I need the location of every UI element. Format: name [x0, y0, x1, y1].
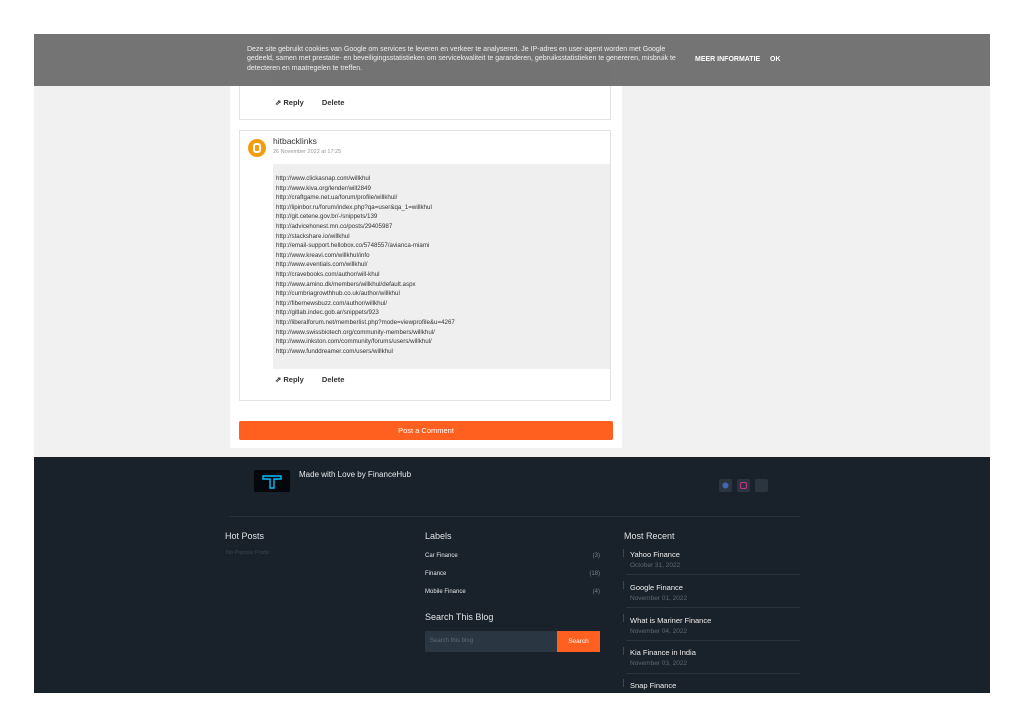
recent-post-date: November 01, 2022 [630, 595, 688, 602]
recent-post-title[interactable]: Google Finance [630, 583, 800, 592]
label-name: Finance [425, 571, 447, 577]
hot-posts-title: Hot Posts [225, 531, 265, 541]
comment-link-list: http://www.clickasnap.com/willkhul http:/… [276, 174, 455, 356]
recent-post-title[interactable]: Yahoo Finance [630, 550, 800, 559]
footer-divider [229, 516, 800, 517]
cookie-ok-button[interactable]: OK [770, 56, 781, 63]
social-link-icon[interactable] [755, 479, 768, 492]
cookie-notice-text: Deze site gebruikt cookies van Google om… [247, 46, 676, 72]
cookie-banner: Deze site gebruikt cookies van Google om… [34, 34, 990, 86]
search-input[interactable]: Search this blog [425, 631, 557, 652]
comment-date[interactable]: 26 November 2022 at 17:25 [273, 149, 341, 155]
label-count: (18) [589, 571, 600, 577]
recent-post-title[interactable]: What is Mariner Finance [630, 616, 800, 625]
recent-post-item[interactable]: Kia Finance in India November 03, 2022 [630, 648, 800, 667]
main-content: ⇗ Reply Delete hitbacklinks 26 November … [34, 34, 990, 457]
comment-link[interactable]: http://advicehonest.mn.co/posts/29405987 [276, 222, 455, 232]
most-recent-title: Most Recent [624, 531, 675, 541]
comment-link[interactable]: http://www.kiva.org/lender/will2849 [276, 184, 455, 194]
labels-title: Labels [425, 531, 452, 541]
reply-label: Reply [283, 375, 304, 384]
site-logo[interactable] [254, 470, 290, 492]
page-viewport: ⇗ Reply Delete hitbacklinks 26 November … [34, 34, 990, 693]
comment-author[interactable]: hitbacklinks [273, 136, 317, 146]
search-title: Search This Blog [425, 612, 494, 622]
comment-link[interactable]: http://www.amino.dk/members/willkhul/def… [276, 280, 455, 290]
delete-button[interactable]: Delete [322, 375, 345, 384]
recent-bullet [623, 647, 624, 655]
comment-link[interactable]: http://www.kreavi.com/willkhul/info [276, 251, 455, 261]
comment-link[interactable]: http://fibernewsbuzz.com/author/willkhul… [276, 299, 455, 309]
comment-link[interactable]: http://www.funddreamer.com/users/willkhu… [276, 347, 455, 357]
facebook-icon[interactable] [719, 479, 732, 492]
made-with-love-text: Made with Love by FinanceHub [299, 470, 412, 479]
comment-link[interactable]: http://cumbriagrowthhub.co.uk/author/wil… [276, 289, 455, 299]
recent-divider [626, 640, 800, 641]
recent-post-date: October 31, 2022 [630, 562, 681, 569]
recent-post-title[interactable]: Kia Finance in India [630, 648, 800, 657]
comment-link[interactable]: http://gitlab.indec.gob.ar/snippets/923 [276, 308, 455, 318]
recent-post-title[interactable]: Snap Finance [630, 681, 800, 690]
hot-posts-empty: No Popular Posts [226, 550, 269, 556]
recent-bullet [623, 679, 624, 687]
comment-link[interactable]: http://www.inkston.com/community/forums/… [276, 337, 455, 347]
recent-post-date: November 04, 2022 [630, 628, 688, 635]
label-count: (3) [592, 553, 600, 559]
comment-link[interactable]: http://lipinbor.ru/forum/index.php?qa=us… [276, 203, 455, 213]
blogger-avatar-icon [248, 139, 266, 157]
recent-divider [626, 607, 800, 608]
delete-button[interactable]: Delete [322, 98, 345, 107]
recent-bullet [623, 581, 624, 589]
instagram-icon[interactable] [737, 479, 750, 492]
comment-actions: ⇗ Reply Delete [275, 375, 352, 384]
recent-post-item[interactable]: Google Finance November 01, 2022 [630, 583, 800, 602]
recent-bullet [623, 614, 624, 622]
recent-post-date: November 03, 2022 [630, 660, 688, 667]
comment-link[interactable]: http://liberalforum.net/memberlist.php?m… [276, 318, 455, 328]
comment-link[interactable]: http://www.clickasnap.com/willkhul [276, 174, 455, 184]
label-finance[interactable]: Finance (18) [425, 571, 600, 577]
recent-bullet [623, 549, 624, 557]
comment-link[interactable]: http://stackshare.io/willkhul [276, 232, 455, 242]
reply-button[interactable]: ⇗ Reply [275, 375, 312, 384]
post-comment-button[interactable]: Post a Comment [239, 421, 613, 440]
label-count: (4) [592, 589, 600, 595]
label-car-finance[interactable]: Car Finance (3) [425, 553, 600, 559]
comment-link[interactable]: http://www.eventials.com/willkhul/ [276, 260, 455, 270]
comment-body: http://www.clickasnap.com/willkhul http:/… [273, 164, 610, 369]
footer: Made with Love by FinanceHub Hot Posts N… [34, 457, 990, 693]
comment-link[interactable]: http://git.cetene.gov.br/-/snippets/139 [276, 212, 455, 222]
label-name: Mobile Finance [425, 589, 466, 595]
recent-divider [626, 673, 800, 674]
comment-link[interactable]: http://cravebooks.com/author/will-khul [276, 270, 455, 280]
comment-item: hitbacklinks 26 November 2022 at 17:25 h… [239, 130, 611, 401]
reply-label: Reply [283, 98, 304, 107]
recent-post-item[interactable]: What is Mariner Finance November 04, 202… [630, 616, 800, 635]
label-mobile-finance[interactable]: Mobile Finance (4) [425, 589, 600, 595]
comment-link[interactable]: http://craftgame.net.ua/forum/profile/wi… [276, 193, 455, 203]
search-button[interactable]: Search [557, 631, 600, 652]
recent-divider [626, 574, 800, 575]
recent-post-item[interactable]: Yahoo Finance October 31, 2022 [630, 550, 800, 569]
reply-button[interactable]: ⇗ Reply [275, 98, 312, 107]
recent-post-item[interactable]: Snap Finance [630, 681, 800, 690]
comment-link[interactable]: http://email-support.hellobox.co/5748557… [276, 241, 455, 251]
more-info-link[interactable]: MEER INFORMATIE [695, 56, 760, 63]
comment-link[interactable]: http://www.swissbiotech.org/community-me… [276, 328, 455, 338]
comment-actions: ⇗ Reply Delete [275, 98, 352, 107]
label-name: Car Finance [425, 553, 458, 559]
